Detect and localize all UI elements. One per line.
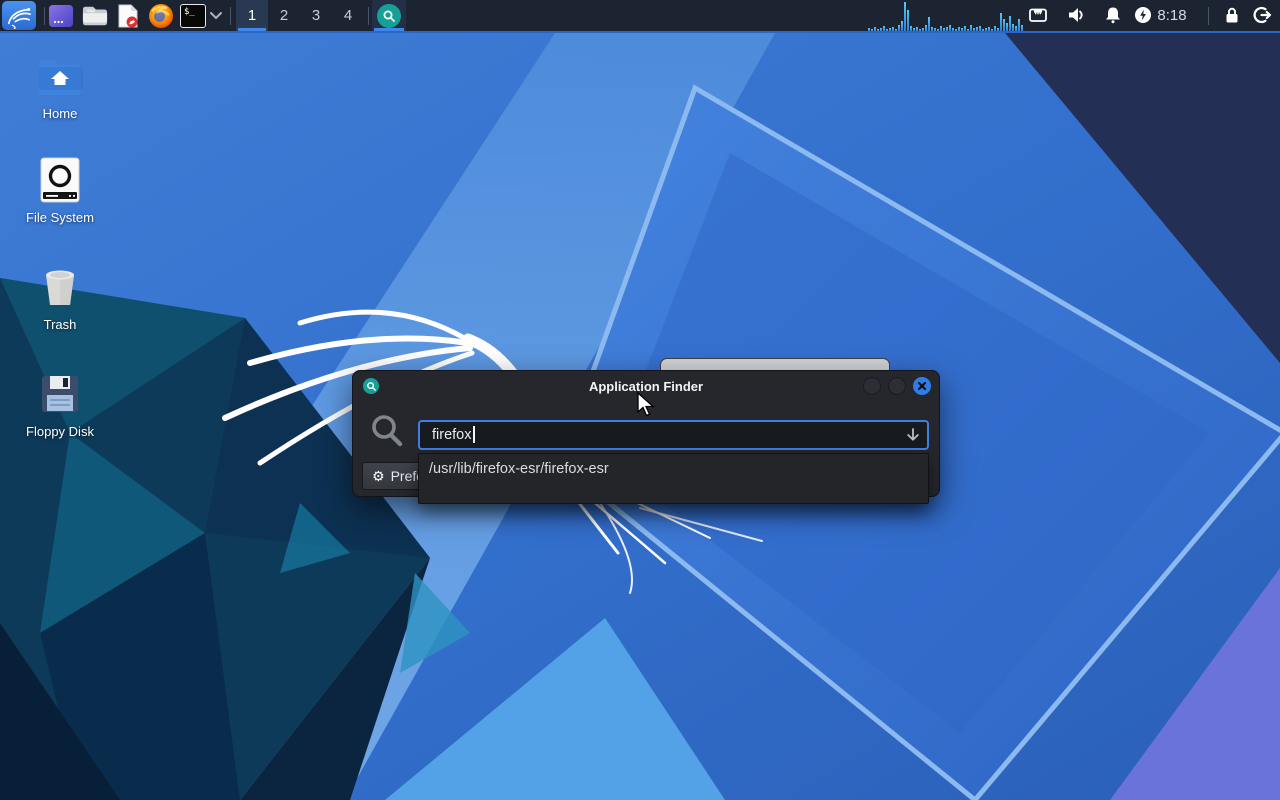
maximize-button[interactable] <box>888 377 906 395</box>
firefox-icon <box>148 3 174 29</box>
tray-notifications-icon[interactable] <box>1103 5 1123 25</box>
floppy-disk-icon <box>12 370 108 418</box>
trash-icon <box>12 263 108 311</box>
titlebar[interactable]: Application Finder <box>353 371 939 401</box>
launcher-files-app[interactable] <box>48 3 74 29</box>
tray-network-icon[interactable] <box>1028 5 1048 25</box>
workspace-3[interactable]: 3 <box>300 0 332 31</box>
application-finder-window: Application Finder ⚙ Preferences /usr/li… <box>352 370 940 497</box>
taskbar-app-finder-button[interactable] <box>372 0 406 31</box>
drive-icon <box>12 156 108 204</box>
desktop-icon-label: Home <box>12 106 108 121</box>
tray-volume-icon[interactable] <box>1066 5 1086 25</box>
window-title: Application Finder <box>353 379 939 394</box>
desktop-icon-label: File System <box>12 210 108 225</box>
folder-icon <box>82 4 108 28</box>
gear-icon: ⚙ <box>372 469 385 483</box>
desktop-icon-home[interactable]: Home <box>12 52 108 121</box>
launcher-file-manager[interactable] <box>82 3 108 29</box>
launcher-text-editor[interactable] <box>115 3 141 29</box>
completion-item[interactable]: /usr/lib/firefox-esr/firefox-esr <box>419 458 928 480</box>
app-finder-icon <box>377 4 401 28</box>
panel-separator <box>44 7 45 25</box>
desktop-icon-filesystem[interactable]: File System <box>12 156 108 225</box>
search-icon <box>367 412 407 452</box>
workspace-2[interactable]: 2 <box>268 0 300 31</box>
panel-separator <box>1208 7 1209 25</box>
purple-window-icon <box>48 3 74 29</box>
minimize-button[interactable] <box>863 377 881 395</box>
lock-icon[interactable] <box>1222 5 1242 25</box>
desktop-icon-label: Trash <box>12 317 108 332</box>
top-panel: $_ 1 2 3 4 <box>0 0 1280 33</box>
panel-separator <box>368 7 369 25</box>
cpu-graph[interactable] <box>868 1 1026 31</box>
panel-separator <box>230 7 231 25</box>
clock[interactable]: 8:18 <box>1150 0 1194 31</box>
close-button[interactable] <box>913 377 931 395</box>
search-input[interactable] <box>418 420 929 450</box>
desktop-icon-label: Floppy Disk <box>12 424 108 439</box>
workspace-1[interactable]: 1 <box>236 0 268 31</box>
launcher-terminal[interactable]: $_ <box>180 3 206 29</box>
launcher-firefox[interactable] <box>148 3 174 29</box>
desktop-icon-trash[interactable]: Trash <box>12 263 108 332</box>
workspace-4[interactable]: 4 <box>332 0 364 31</box>
document-icon <box>116 3 140 29</box>
home-folder-icon <box>12 52 108 100</box>
desktop-icon-floppy[interactable]: Floppy Disk <box>12 370 108 439</box>
completion-popup: /usr/lib/firefox-esr/firefox-esr <box>418 453 929 504</box>
logout-icon[interactable] <box>1252 5 1272 25</box>
kali-logo-icon <box>4 3 34 29</box>
desktop-screen: Home File System Trash <box>0 0 1280 800</box>
chevron-down-icon[interactable] <box>209 10 223 22</box>
terminal-icon: $_ <box>180 4 206 28</box>
applications-menu-button[interactable] <box>2 1 36 30</box>
